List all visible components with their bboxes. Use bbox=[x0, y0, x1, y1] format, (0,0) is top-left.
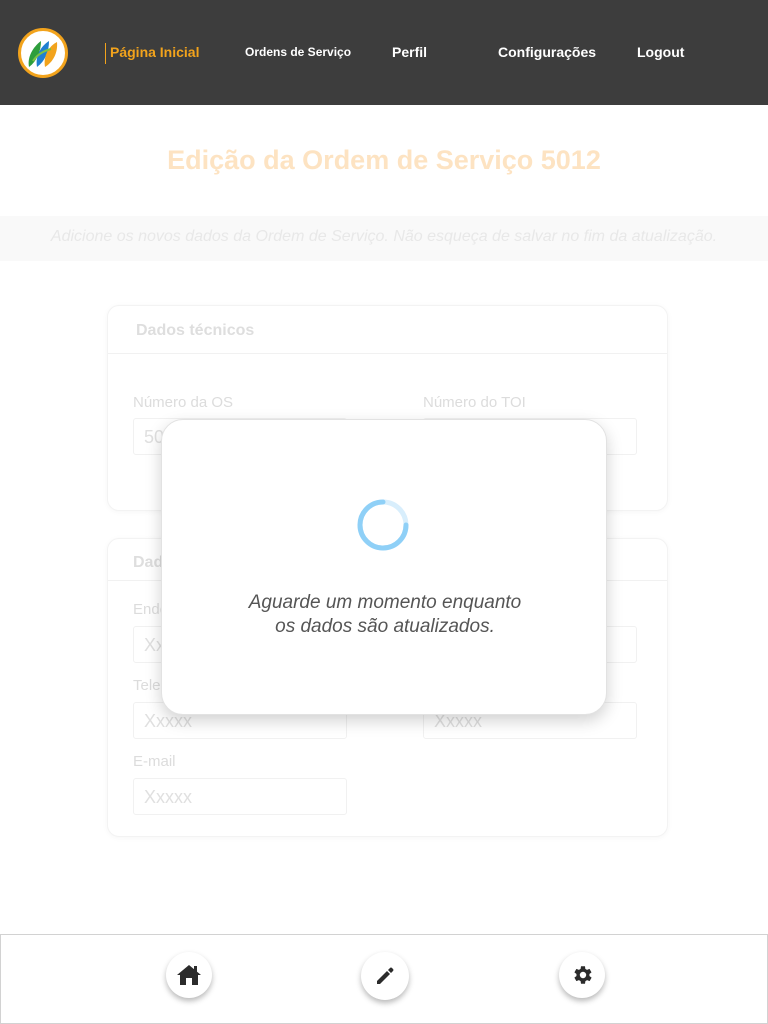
toi-number-label: Número do TOI bbox=[423, 394, 526, 411]
nav-home-link[interactable]: Página Inicial bbox=[105, 0, 199, 105]
email-field[interactable]: Xxxxx bbox=[133, 778, 347, 815]
gear-icon bbox=[574, 966, 592, 984]
loading-message: Aguarde um momento enquanto os dados são… bbox=[162, 591, 608, 639]
page-title: Edição da Ordem de Serviço 5012 bbox=[167, 145, 601, 175]
email-label: E-mail bbox=[133, 753, 176, 770]
nav-logout-link[interactable]: Logout bbox=[637, 0, 684, 105]
top-navigation-bar: Página Inicial Ordens de Serviço Perfil … bbox=[0, 0, 768, 105]
subtitle-band: Adicione os novos dados da Ordem de Serv… bbox=[0, 216, 768, 261]
nav-settings-link[interactable]: Configurações bbox=[498, 0, 596, 105]
home-icon bbox=[177, 965, 201, 985]
page-subtitle: Adicione os novos dados da Ordem de Serv… bbox=[50, 228, 718, 245]
company-logo[interactable] bbox=[18, 28, 68, 78]
edit-button[interactable] bbox=[361, 952, 409, 1000]
phone-label: Tele bbox=[133, 677, 161, 694]
home-button[interactable] bbox=[166, 952, 212, 998]
leaves-logo-icon bbox=[28, 41, 58, 67]
loading-spinner-icon bbox=[357, 499, 409, 551]
card-title: Dados técnicos bbox=[136, 322, 255, 339]
card-header: Dados técnicos bbox=[108, 306, 667, 354]
settings-button[interactable] bbox=[559, 952, 605, 998]
loading-message-line1: Aguarde um momento enquanto bbox=[248, 592, 522, 613]
os-number-label: Número da OS bbox=[133, 394, 234, 411]
app-page: Página Inicial Ordens de Serviço Perfil … bbox=[0, 0, 768, 1024]
loading-modal: Aguarde um momento enquanto os dados são… bbox=[161, 419, 607, 715]
loading-message-line2: os dados são atualizados. bbox=[275, 616, 495, 637]
nav-profile-link[interactable]: Perfil bbox=[392, 0, 427, 105]
bottom-navigation-bar bbox=[0, 934, 768, 1024]
nav-service-orders-link[interactable]: Ordens de Serviço bbox=[245, 0, 351, 105]
pencil-icon bbox=[377, 967, 394, 984]
